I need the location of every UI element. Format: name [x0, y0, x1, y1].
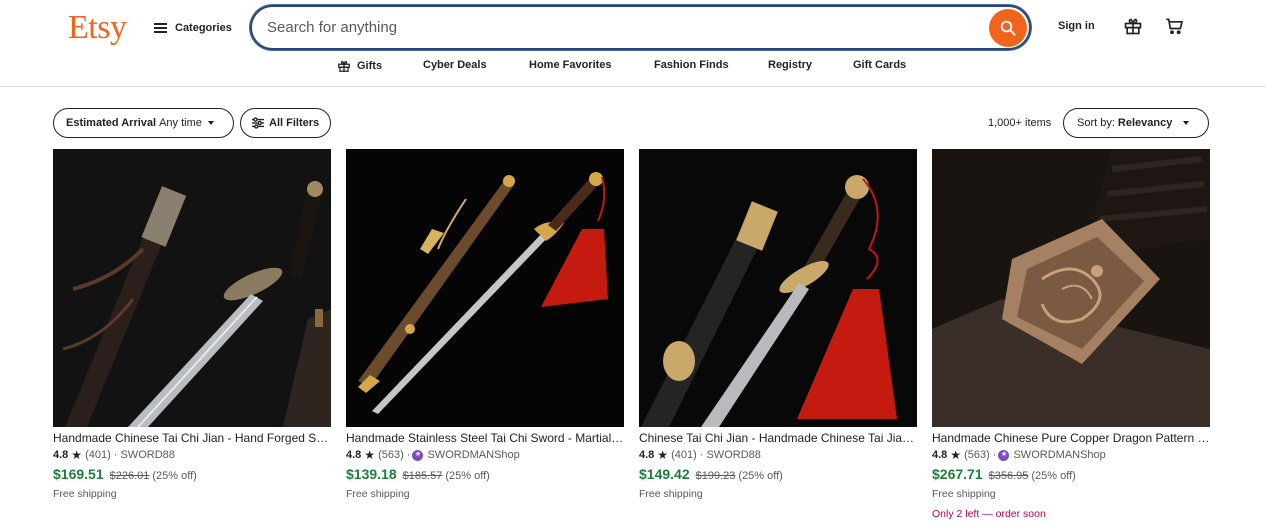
etsy-logo[interactable]: Etsy — [68, 8, 127, 48]
product-title[interactable]: Handmade Chinese Pure Copper Dragon Patt… — [932, 431, 1210, 446]
product-title[interactable]: Handmade Stainless Steel Tai Chi Sword -… — [346, 431, 624, 446]
estimated-arrival-filter[interactable]: Estimated Arrival Any time — [53, 108, 234, 138]
rating-value: 4.8 — [346, 449, 362, 461]
search-button[interactable] — [989, 8, 1027, 47]
rating-value: 4.8 — [53, 449, 69, 461]
star-icon: ★ — [71, 448, 83, 462]
product-card[interactable]: Handmade Chinese Pure Copper Dragon Patt… — [932, 149, 1210, 521]
results-count: 1,000+ items — [988, 117, 1052, 129]
nav-item-fashion-finds[interactable]: Fashion Finds — [654, 59, 729, 71]
product-meta: 4.8 ★ (563) · ★ SWORDMANShop — [932, 448, 1210, 462]
gift-icon[interactable] — [1122, 15, 1144, 37]
urgency-label: Only 2 left — order soon — [932, 508, 1046, 520]
sale-price: $267.71 — [932, 466, 983, 482]
price-row: $149.42 $199.23 (25% off) — [639, 465, 917, 485]
star-seller-badge-icon: ★ — [412, 449, 424, 461]
search-bar — [250, 5, 1031, 50]
search-input[interactable] — [252, 7, 989, 48]
nav-item-label: Gifts — [357, 60, 383, 72]
shipping-label: Free shipping — [932, 488, 996, 500]
search-icon — [999, 19, 1017, 37]
cart-icon[interactable] — [1163, 15, 1185, 37]
sale-price: $169.51 — [53, 466, 104, 482]
star-icon: ★ — [657, 448, 669, 462]
nav-item-cyber-deals[interactable]: Cyber Deals — [423, 59, 487, 71]
product-title[interactable]: Chinese Tai Chi Jian - Handmade Chinese … — [639, 431, 917, 446]
original-price: $185.57 — [402, 470, 443, 482]
gift-icon — [337, 59, 351, 73]
shipping-label: Free shipping — [639, 488, 703, 500]
nav-item-home-favorites[interactable]: Home Favorites — [529, 59, 612, 71]
sale-price: $139.18 — [346, 466, 397, 482]
discount-label: (25% off) — [1031, 470, 1076, 482]
product-image[interactable] — [53, 149, 331, 427]
shipping-label: Free shipping — [53, 488, 117, 500]
rating-value: 4.8 — [639, 449, 655, 461]
discount-label: (25% off) — [738, 470, 783, 482]
chevron-down-icon — [1183, 121, 1190, 125]
price-row: $139.18 $185.57 (25% off) — [346, 465, 624, 485]
shipping-label: Free shipping — [346, 488, 410, 500]
all-filters-button[interactable]: All Filters — [240, 108, 331, 138]
product-card[interactable]: Chinese Tai Chi Jian - Handmade Chinese … — [639, 149, 917, 501]
product-meta: 4.8 ★ (563) · ★ SWORDMANShop — [346, 448, 624, 462]
product-meta: 4.8 ★ (401) · SWORD88 — [639, 448, 917, 462]
discount-label: (25% off) — [445, 470, 490, 482]
price-row: $169.51 $226.01 (25% off) — [53, 465, 331, 485]
top-nav: Gifts Cyber Deals Home Favorites Fashion… — [0, 59, 1266, 77]
product-image[interactable] — [639, 149, 917, 427]
product-image[interactable] — [932, 149, 1210, 427]
review-count: (563) · — [378, 449, 411, 461]
review-count: (563) · — [964, 449, 997, 461]
original-price: $226.01 — [109, 470, 150, 482]
rating-value: 4.8 — [932, 449, 948, 461]
product-card[interactable]: Handmade Stainless Steel Tai Chi Sword -… — [346, 149, 624, 501]
categories-label: Categories — [175, 22, 232, 34]
original-price: $199.23 — [695, 470, 736, 482]
star-icon: ★ — [950, 448, 962, 462]
sort-value: Relevancy — [1117, 117, 1173, 129]
shop-name[interactable]: SWORD88 — [706, 448, 760, 462]
product-meta: 4.8 ★ (401) · SWORD88 — [53, 448, 331, 462]
chevron-down-icon — [207, 121, 214, 125]
discount-label: (25% off) — [152, 470, 197, 482]
review-count: (401) · — [671, 449, 704, 461]
sort-label: Sort by: — [1077, 117, 1115, 129]
product-title[interactable]: Handmade Chinese Tai Chi Jian - Hand For… — [53, 431, 331, 446]
all-filters-label: All Filters — [269, 117, 320, 129]
shop-name[interactable]: SWORDMANShop — [427, 448, 519, 462]
sale-price: $149.42 — [639, 466, 690, 482]
hamburger-icon — [154, 23, 167, 33]
arrival-value: Any time — [159, 117, 202, 129]
product-card[interactable]: Handmade Chinese Tai Chi Jian - Hand For… — [53, 149, 331, 501]
sign-in-link[interactable]: Sign in — [1058, 20, 1095, 32]
original-price: $356.95 — [988, 470, 1029, 482]
star-seller-badge-icon: ★ — [998, 449, 1010, 461]
arrival-label: Estimated Arrival — [66, 117, 157, 129]
star-icon: ★ — [364, 448, 376, 462]
shop-name[interactable]: SWORDMANShop — [1013, 448, 1105, 462]
header-divider — [0, 86, 1266, 87]
price-row: $267.71 $356.95 (25% off) — [932, 465, 1210, 485]
product-image[interactable] — [346, 149, 624, 427]
nav-item-registry[interactable]: Registry — [768, 59, 812, 71]
nav-item-gifts[interactable]: Gifts — [337, 59, 382, 73]
nav-item-gift-cards[interactable]: Gift Cards — [853, 59, 906, 71]
categories-button[interactable]: Categories — [154, 17, 232, 39]
sliders-icon — [251, 117, 265, 129]
review-count: (401) · — [85, 449, 118, 461]
sort-dropdown[interactable]: Sort by: Relevancy — [1063, 108, 1209, 138]
shop-name[interactable]: SWORD88 — [120, 448, 174, 462]
